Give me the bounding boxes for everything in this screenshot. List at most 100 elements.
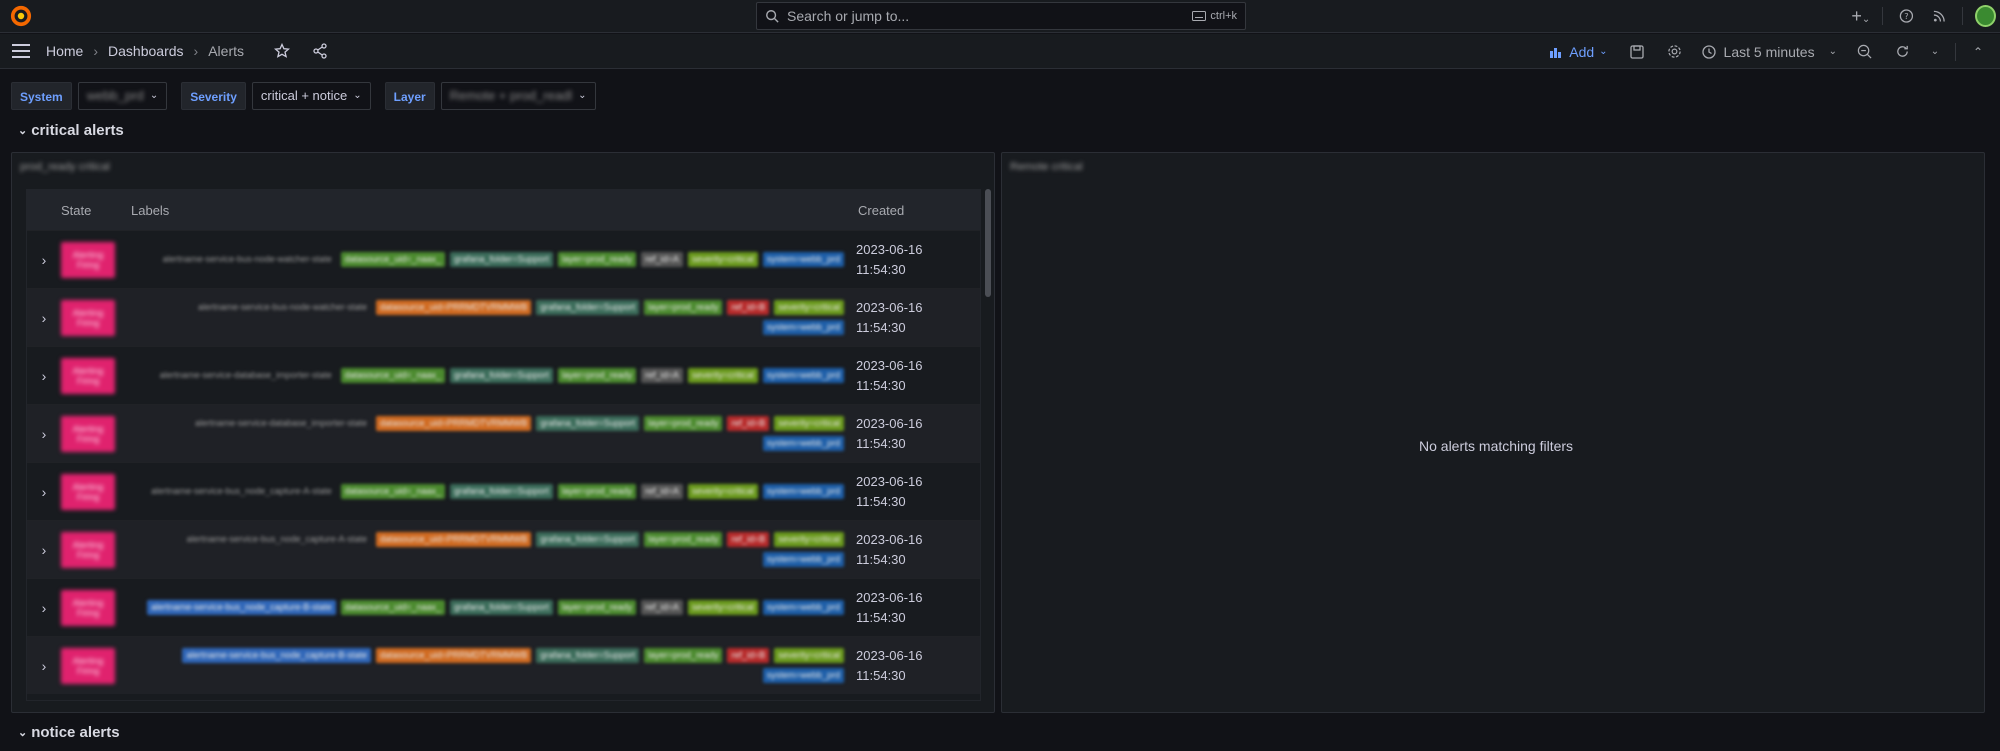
refresh-interval-dropdown[interactable]: ⌄ xyxy=(1921,34,1949,69)
alert-label-tag: alertname-service-bus-node-watcher-state xyxy=(162,254,332,264)
topbar-actions: +⌄ ? xyxy=(1846,4,1996,28)
created-timestamp: 2023-06-16 11:54:30 xyxy=(856,588,923,628)
created-timestamp: 2023-06-16 11:54:30 xyxy=(856,414,923,454)
grafana-logo-icon[interactable] xyxy=(10,5,32,27)
table-row[interactable]: › Alerting Firing alertname-service-bus-no… xyxy=(27,288,980,346)
chevron-right-icon[interactable]: › xyxy=(27,484,61,500)
created-timestamp: 2023-06-16 11:54:30 xyxy=(856,530,923,570)
alert-label-tag: ref_id=A xyxy=(641,368,683,383)
dashboard-toolbar: Add ⌄ Last 5 minutes ⌄ ⌄ ⌃ xyxy=(1540,34,2000,69)
keyboard-icon xyxy=(1192,11,1207,21)
search-placeholder: Search or jump to... xyxy=(787,8,910,24)
chevron-right-icon[interactable]: › xyxy=(27,368,61,384)
state-badge: Alerting Firing xyxy=(61,531,115,568)
chevron-right-icon[interactable]: › xyxy=(27,426,61,442)
created-time: 11:54:30 xyxy=(856,493,906,509)
table-row[interactable]: › Alerting Firing alertname-service-databa… xyxy=(27,404,980,462)
refresh-button[interactable] xyxy=(1883,34,1921,69)
alert-label-tag: ref_id=B xyxy=(727,648,770,663)
table-row[interactable]: › Alerting Firing alertname-service-bus-no… xyxy=(27,230,980,288)
created-timestamp: 2023-06-16 11:54:30 xyxy=(856,646,923,686)
user-avatar[interactable] xyxy=(1975,5,1996,27)
filter-select-layer[interactable]: Remote + prod_readl ⌄ xyxy=(440,82,596,110)
created-time: 11:54:30 xyxy=(856,609,906,625)
alert-label-tag: ref_id=A xyxy=(641,252,683,267)
chevron-right-icon[interactable]: › xyxy=(27,252,61,268)
alert-label-tag: system=webb_prd xyxy=(762,252,844,267)
alert-label-tag: layer=prod_ready xyxy=(557,368,637,383)
add-button[interactable]: Add ⌄ xyxy=(1540,34,1617,69)
alert-label-tag: severity=critical xyxy=(774,648,844,663)
time-range-label: Last 5 minutes xyxy=(1723,43,1815,60)
variable-filters: System webb_prd ⌄ Severity critical + not… xyxy=(11,82,604,110)
alert-label-tag: grafana_folder=Support xyxy=(450,600,553,615)
alert-labels: alertname-service-bus_node_capture-A-sta… xyxy=(129,532,844,567)
help-icon[interactable]: ? xyxy=(1899,8,1914,24)
row-toggle-notice[interactable]: ⌄ notice alerts xyxy=(18,724,120,741)
alert-label-tag: system=webb_prd xyxy=(762,552,844,567)
menu-hamburger-icon[interactable] xyxy=(12,44,30,58)
alert-label-tag: severity=critical xyxy=(774,416,844,431)
created-date: 2023-06-16 xyxy=(856,531,923,547)
alert-label-tag: system=webb_prd xyxy=(762,320,844,335)
chevron-right-icon[interactable]: › xyxy=(27,658,61,674)
created-timestamp: 2023-06-16 11:54:30 xyxy=(856,298,923,338)
alert-label-tag: system=webb_prd xyxy=(762,368,844,383)
filter-select-severity[interactable]: critical + notice ⌄ xyxy=(251,82,371,110)
time-range-picker[interactable]: Last 5 minutes ⌄ xyxy=(1694,34,1845,69)
search-bar[interactable]: Search or jump to... ctrl+k xyxy=(756,2,1246,30)
created-date: 2023-06-16 xyxy=(856,241,923,257)
alert-label-tag: datasource_uid=_naax_ xyxy=(340,368,446,383)
new-menu-button[interactable]: +⌄ xyxy=(1846,6,1876,27)
created-date: 2023-06-16 xyxy=(856,357,923,373)
alert-label-tag: grafana_folder=Support xyxy=(450,484,553,499)
alert-label-tag: layer=prod_ready xyxy=(644,416,723,431)
alert-label-tag: ref_id=A xyxy=(641,600,683,615)
add-panel-icon xyxy=(1550,47,1562,58)
dashboard-settings-button[interactable] xyxy=(1656,34,1694,69)
breadcrumb-dashboards[interactable]: Dashboards xyxy=(108,43,184,59)
star-icon[interactable] xyxy=(274,43,290,59)
search-shortcut-label: ctrl+k xyxy=(1210,10,1237,22)
alert-label-tag: severity=critical xyxy=(774,532,844,547)
alert-label-tag: layer=prod_ready xyxy=(557,600,637,615)
created-time: 11:54:30 xyxy=(856,319,906,335)
filter-label-system: System xyxy=(11,82,72,110)
chevron-down-icon: ⌄ xyxy=(18,727,28,739)
top-bar: Search or jump to... ctrl+k +⌄ ? xyxy=(0,0,2000,33)
alert-label-tag: severity=critical xyxy=(774,300,844,315)
alert-label-tag: ref_id=A xyxy=(641,484,683,499)
column-header-labels: Labels xyxy=(131,202,170,218)
created-time: 11:54:30 xyxy=(856,667,906,683)
refresh-icon xyxy=(1896,45,1908,57)
table-row[interactable]: › Alerting Firing alertname-service-bus_no… xyxy=(27,636,980,694)
collapse-header-button[interactable]: ⌃ xyxy=(1962,34,1994,69)
table-row[interactable]: › Alerting Firing alertname-service-bus_no… xyxy=(27,462,980,520)
table-row[interactable]: › Alerting Firing alertname-service-bus_no… xyxy=(27,578,980,636)
created-date: 2023-06-16 xyxy=(856,415,923,431)
created-time: 11:54:30 xyxy=(856,261,906,277)
column-header-created: Created xyxy=(858,202,905,218)
table-scrollbar[interactable] xyxy=(985,189,991,297)
row-toggle-critical[interactable]: ⌄ critical alerts xyxy=(18,122,124,139)
chevron-right-icon: › xyxy=(193,43,199,59)
gear-icon xyxy=(1668,45,1681,58)
share-icon[interactable] xyxy=(312,43,328,59)
alert-label-tag: datasource_uid=PRRMDTVRMMWB xyxy=(376,648,532,663)
alert-labels: alertname-service-bus-node-watcher-state… xyxy=(129,252,844,267)
save-dashboard-button[interactable] xyxy=(1618,34,1656,69)
breadcrumb-home[interactable]: Home xyxy=(46,43,83,59)
alert-label-tag: datasource_uid=_naax_ xyxy=(340,252,446,267)
table-row[interactable]: › Alerting Firing alertname-service-databa… xyxy=(27,346,980,404)
chevron-right-icon[interactable]: › xyxy=(27,600,61,616)
zoom-out-button[interactable] xyxy=(1845,34,1883,69)
panel-title: Remote critical xyxy=(1010,161,1083,173)
svg-text:?: ? xyxy=(1904,11,1908,21)
state-badge: Alerting Firing xyxy=(61,473,115,510)
rss-news-icon[interactable] xyxy=(1933,9,1946,23)
filter-select-system[interactable]: webb_prd ⌄ xyxy=(77,82,168,110)
row-title-critical: critical alerts xyxy=(31,122,124,139)
chevron-right-icon[interactable]: › xyxy=(27,310,61,326)
chevron-right-icon[interactable]: › xyxy=(27,542,61,558)
table-row[interactable]: › Alerting Firing alertname-service-bus_no… xyxy=(27,520,980,578)
